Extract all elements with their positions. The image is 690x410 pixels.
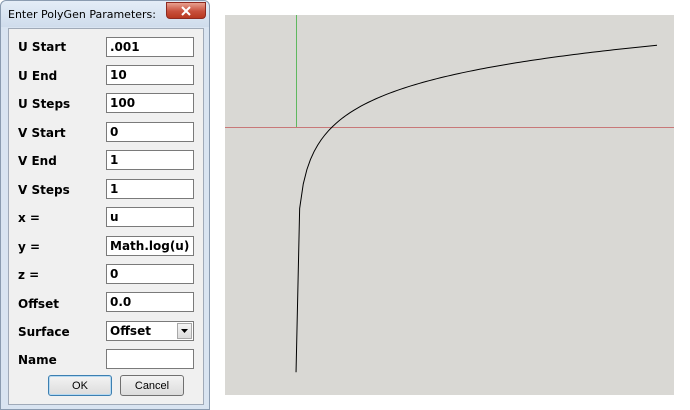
v-steps-label: V Steps [18,183,70,197]
v-start-label: V Start [18,126,66,140]
ok-button[interactable]: OK [48,375,112,396]
surface-dropdown-button[interactable] [177,323,192,339]
graph-canvas [225,15,674,373]
x-equation-label: x = [18,211,40,225]
close-icon [181,5,191,16]
offset-label: Offset [18,297,59,311]
z-equation-label: z = [18,268,40,282]
u-end-input[interactable]: 10 [106,65,194,85]
y-equation-label: y = [18,240,41,254]
v-steps-input[interactable]: 1 [106,179,194,199]
x-equation-input[interactable]: u [106,207,194,227]
surface-label: Surface [18,325,70,339]
u-start-label: U Start [18,40,67,54]
y-equation-input[interactable]: Math.log(u) [106,236,194,256]
u-steps-label: U Steps [18,97,71,111]
z-equation-input[interactable]: 0 [106,264,194,284]
surface-select-value: Offset [110,324,151,338]
dialog-body: U Start .001 U End 10 U Steps 100 V Star… [8,28,204,405]
close-button[interactable] [166,2,206,19]
v-end-label: V End [18,154,57,168]
u-start-input[interactable]: .001 [106,37,194,57]
log-curve [295,44,658,373]
chevron-down-icon [181,329,188,333]
polygen-dialog: Enter PolyGen Parameters: U Start .001 U… [0,0,210,410]
u-steps-input[interactable]: 100 [106,93,194,113]
u-end-label: U End [18,69,58,83]
name-label: Name [18,353,57,367]
name-input[interactable] [106,349,194,369]
v-end-input[interactable]: 1 [106,150,194,170]
graph-viewport[interactable] [225,15,674,395]
surface-select[interactable]: Offset [106,321,194,341]
offset-input[interactable]: 0.0 [106,292,194,312]
dialog-titlebar[interactable]: Enter PolyGen Parameters: [1,1,209,27]
dialog-title: Enter PolyGen Parameters: [8,8,156,21]
cancel-button[interactable]: Cancel [120,375,184,396]
v-start-input[interactable]: 0 [106,122,194,142]
